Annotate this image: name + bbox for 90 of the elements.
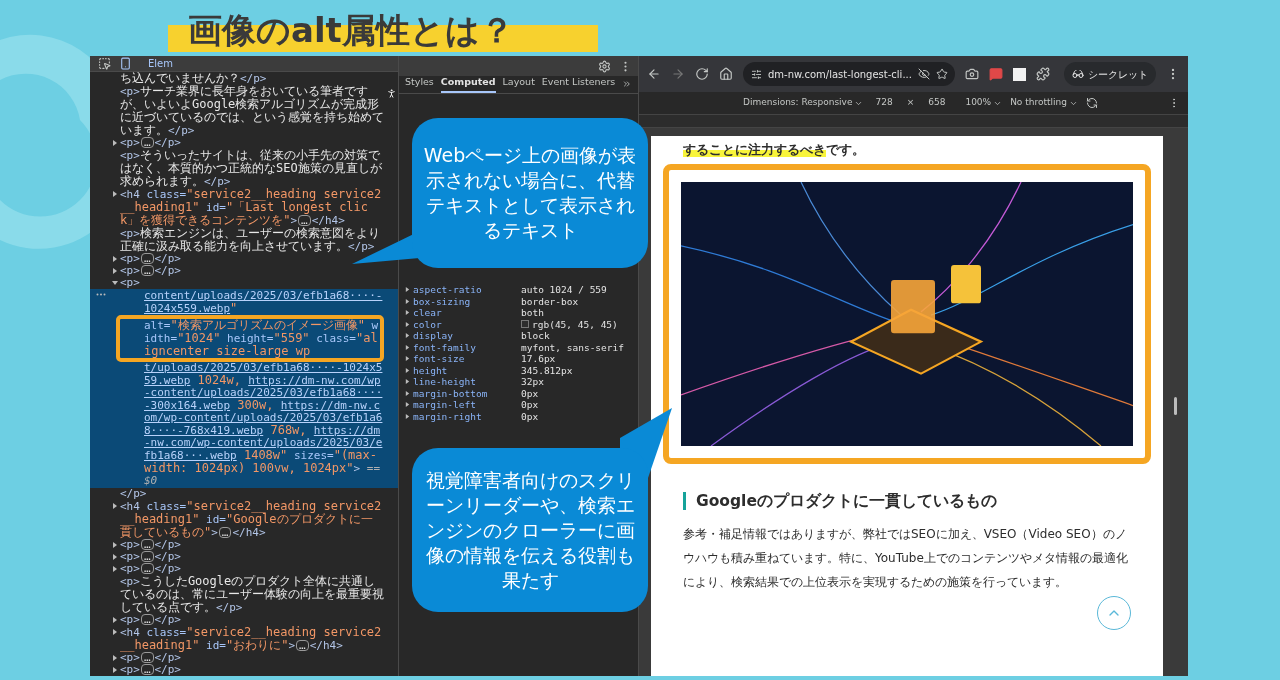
throttling-dropdown[interactable]: No throttling bbox=[1010, 96, 1078, 110]
zoom-dropdown[interactable]: 100% bbox=[965, 96, 1003, 110]
camera-icon[interactable] bbox=[965, 67, 979, 81]
accessibility-icon[interactable] bbox=[386, 88, 397, 99]
extension-thumbnail-icon[interactable] bbox=[1013, 67, 1026, 81]
code-line: <p>サーチ業界に長年身をおいている筆者ですが、いよいよGoogle検索アルゴリズムが完成形に近づいているのでは、という感覚を持ち始めています。</p> bbox=[120, 85, 384, 137]
site-settings-icon[interactable] bbox=[751, 68, 762, 80]
expand-arrow-icon[interactable] bbox=[112, 191, 118, 197]
code-line: <p>そういったサイトは、従来の小手先の対策ではなく、本質的かつ正統的なSEO施策の見直しが求められます。</p> bbox=[120, 149, 383, 188]
property-value: 0px bbox=[521, 410, 539, 422]
code-line: <h4 class="service2__heading service2__heading1" id="おわりに"> … </h4> bbox=[120, 626, 383, 652]
property-value: rgb(45, 45, 45) bbox=[532, 318, 618, 330]
property-name: display bbox=[413, 330, 454, 342]
sidebar-tab[interactable]: Layout bbox=[502, 74, 535, 93]
property-name: font-size bbox=[413, 353, 465, 365]
rotate-icon[interactable] bbox=[1085, 97, 1098, 109]
code-line: <p> … </p> bbox=[120, 664, 181, 676]
dimensions-dropdown[interactable]: Dimensions: Responsive bbox=[743, 96, 864, 110]
code-line: <p>検索エンジンは、ユーザーの検索意図をより正確に汲み取る能力を向上させています。</p> bbox=[120, 227, 381, 253]
puzzle-icon[interactable] bbox=[1036, 67, 1050, 81]
property-value: 17.6px bbox=[521, 353, 556, 365]
star-icon[interactable] bbox=[935, 68, 948, 80]
reload-icon[interactable] bbox=[695, 67, 709, 81]
elements-tab[interactable]: Elem bbox=[148, 57, 173, 70]
property-value: 0px bbox=[521, 399, 539, 411]
property-name: margin-left bbox=[413, 399, 476, 411]
property-value: 32px bbox=[521, 376, 544, 388]
forward-icon[interactable] bbox=[671, 67, 685, 81]
property-value: 345.812px bbox=[521, 364, 573, 376]
callout-text: 視覚障害者向けのスクリーンリーダーや、検索エンジンのクローラーに画像の情報を伝える役割も果たす bbox=[424, 467, 636, 593]
eye-off-icon[interactable] bbox=[917, 68, 930, 80]
code-line: <p> … </p> bbox=[120, 563, 181, 575]
property-name: color bbox=[413, 318, 442, 330]
address-bar[interactable]: dm-nw.com/last-longest-cli... bbox=[743, 62, 955, 86]
heading-accent-bar bbox=[683, 492, 686, 510]
property-name: aspect-ratio bbox=[413, 284, 482, 296]
color-swatch[interactable] bbox=[521, 320, 529, 329]
home-icon[interactable] bbox=[719, 67, 733, 81]
selected-dom-node[interactable] bbox=[90, 289, 398, 488]
more-tabs-icon[interactable] bbox=[622, 78, 632, 90]
code-line: <h4 class="service2__heading service2__heading1" id="Googleのプロダクトに一貫しているもの"> … </h4> bbox=[120, 500, 383, 539]
height-field[interactable]: 658 bbox=[924, 96, 950, 110]
collapse-arrow-icon[interactable] bbox=[112, 280, 118, 286]
code-line: <p> … </p> bbox=[120, 551, 181, 563]
code-line: <p> … </p> bbox=[120, 614, 181, 626]
code-line: </p> bbox=[120, 488, 147, 500]
glasses-icon bbox=[1072, 68, 1084, 80]
body-paragraph: 参考・補足情報ではありますが、弊社ではSEOに加え、VSEO（Video SEO）のノウハウも積み重ねています。特に、YouTube上でのコンテンツやメタ情報の最適化により、検索結果での上位表示を実現するための施策を行っています。 bbox=[683, 526, 1129, 591]
property-value: myfont, sans-serif bbox=[521, 341, 624, 353]
code-line: <p> … </p> bbox=[120, 137, 181, 149]
profile-button[interactable]: シークレット bbox=[1064, 62, 1156, 86]
section-heading: Googleのプロダクトに一貫しているもの bbox=[696, 491, 997, 512]
expand-arrow-icon[interactable] bbox=[112, 140, 118, 146]
property-name: font-family bbox=[413, 341, 476, 353]
sidebar-tab[interactable]: Styles bbox=[405, 74, 434, 93]
property-value: both bbox=[521, 307, 544, 319]
device-icon[interactable] bbox=[119, 57, 132, 70]
sidebar-tab[interactable]: Computed bbox=[440, 74, 496, 93]
callout-text: Webページ上の画像が表示されない場合に、代替テキストとして表示されるテキスト bbox=[422, 143, 638, 243]
sidebar-tab[interactable]: Event Listeners bbox=[541, 74, 616, 93]
times-sign: × bbox=[905, 96, 916, 110]
code-line: <p> … </p> bbox=[120, 265, 181, 277]
back-icon[interactable] bbox=[647, 67, 661, 81]
code-line: <p>こうしたGoogleのプロダクト全体に共通しているのは、常にユーザー体験の向上を最重要視している点です。</p> bbox=[120, 575, 384, 614]
property-value: border-box bbox=[521, 295, 579, 307]
code-line: <h4 class="service2__heading service2__heading1" id="「Last longest click」を獲得できるコンテンツを"> … </h4> bbox=[120, 188, 383, 227]
code-line: <p> … </p> bbox=[120, 652, 181, 664]
property-value: block bbox=[521, 330, 550, 342]
inspect-icon[interactable] bbox=[98, 57, 111, 70]
code-line: t/uploads/2025/03/efb1a68····-1024x559.webp 1024w, https://dm-nw.com/wp-content/uploads/2025/03/efb1a68····-300x164.webp 300w, https://dm-nw.com/wp-content/uploads/2025/03/efb1a68····-768x419.webp 768w, https://dm-nw.com/wp-content/uploads/2025/03/efb1a68···.webp 1408w" sizes="(max-width: 1024px) 100vw, 1024px"> == $0 bbox=[144, 362, 384, 487]
property-value: 0px bbox=[521, 387, 539, 399]
property-name: box-sizing bbox=[413, 295, 471, 307]
more-dots-icon[interactable] bbox=[96, 293, 106, 296]
property-name: margin-right bbox=[413, 410, 482, 422]
width-field[interactable]: 728 bbox=[871, 96, 897, 110]
property-name: margin-bottom bbox=[413, 387, 488, 399]
code-line: <p> bbox=[120, 277, 140, 289]
expand-arrow-icon[interactable] bbox=[112, 503, 118, 509]
property-name: clear bbox=[413, 307, 442, 319]
resize-handle[interactable] bbox=[1174, 397, 1177, 415]
property-name: line-height bbox=[413, 376, 476, 388]
code-line: content/uploads/2025/03/efb1a68····-1024x559.webp" bbox=[144, 290, 384, 315]
comment-icon[interactable] bbox=[989, 67, 1003, 81]
code-line: ち込んでいませんか？</p> bbox=[120, 72, 267, 85]
property-name: height bbox=[413, 364, 448, 376]
property-value: auto 1024 / 559 bbox=[521, 284, 607, 296]
code-line: <p> … </p> bbox=[120, 539, 181, 551]
code-line: <p> … </p> bbox=[120, 253, 181, 265]
url-text: dm-nw.com/last-longest-cli... bbox=[768, 67, 912, 82]
settings-icon[interactable] bbox=[598, 59, 611, 73]
